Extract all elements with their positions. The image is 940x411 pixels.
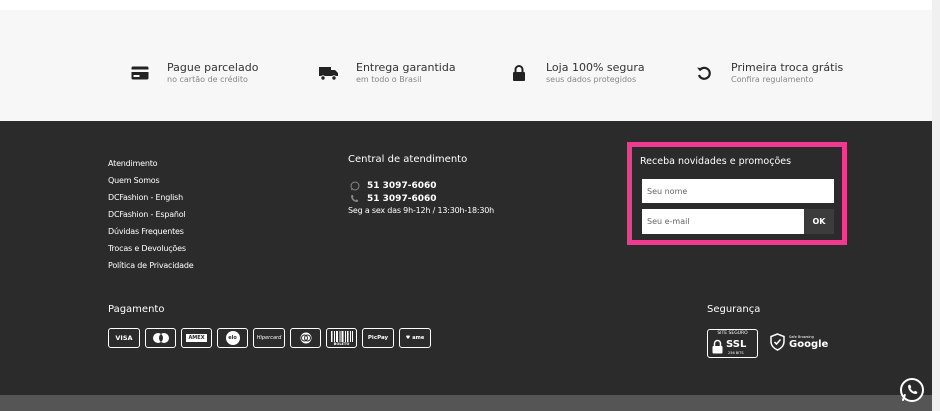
lock-icon (712, 339, 723, 354)
boleto-label: BOLETO (333, 341, 350, 346)
payment-title: Pagamento (108, 304, 165, 315)
customer-service-title: Central de atendimento (348, 154, 468, 165)
google-name: Google (789, 338, 829, 350)
whatsapp-number[interactable]: 51 3097-6060 (348, 179, 494, 192)
benefit-exchange[interactable]: Primeira troca grátis Confira regulament… (693, 58, 843, 88)
payment-methods: VISA AMEX elo Hipercard BOLETO PicPay ♥ a… (108, 328, 431, 348)
benefit-subtitle: em todo o Brasil (356, 75, 422, 84)
footer-link-duvidas[interactable]: Dúvidas Frequentes (108, 223, 193, 240)
benefit-subtitle: no cartão de crédito (167, 75, 248, 84)
phone-number-text: 51 3097-6060 (367, 193, 437, 204)
whatsapp-icon (900, 378, 924, 402)
benefit-title: Entrega garantida (356, 61, 456, 74)
footer-link-atendimento[interactable]: Atendimento (108, 155, 193, 172)
footer-bottom-bar (0, 395, 932, 411)
benefit-title: Primeira troca grátis (731, 61, 844, 74)
phone-number[interactable]: 51 3097-6060 (348, 192, 494, 205)
benefits-bar: Pague parcelado no cartão de crédito Ent… (0, 10, 932, 121)
lock-icon (508, 62, 530, 84)
newsletter-title: Receba novidades e promoções (640, 156, 792, 167)
boleto-icon: BOLETO (326, 328, 357, 348)
footer-link-privacidade[interactable]: Política de Privacidade (108, 257, 194, 274)
whatsapp-floating-button[interactable] (898, 376, 926, 404)
benefit-title: Loja 100% segura (546, 61, 645, 74)
benefit-delivery: Entrega garantida em todo o Brasil (318, 58, 456, 88)
footer-link-quem-somos[interactable]: Quem Somos (108, 172, 193, 189)
amex-icon: AMEX (181, 328, 212, 348)
ame-icon: ♥ ame (399, 328, 431, 348)
ssl-label: SSL (726, 339, 747, 350)
hipercard-icon: Hipercard (253, 328, 285, 348)
footer-link-trocas[interactable]: Trocas e Devoluções (108, 240, 193, 257)
phone-icon (348, 194, 361, 203)
ame-label: ame (412, 335, 425, 341)
visa-icon: VISA (108, 328, 140, 348)
shield-check-icon (770, 333, 785, 351)
google-safe-browsing-badge: Safe Browsing Google (769, 333, 828, 351)
ssl-bits: 256 BITS (728, 351, 744, 355)
newsletter-email-input[interactable] (642, 209, 804, 234)
benefit-subtitle[interactable]: Confira regulamento (731, 74, 843, 85)
whatsapp-number-text: 51 3097-6060 (367, 180, 437, 191)
benefit-installments: Pague parcelado no cartão de crédito (129, 58, 258, 88)
diners-icon (290, 328, 321, 348)
mastercard-icon (145, 328, 176, 348)
credit-card-icon (129, 62, 151, 84)
benefit-subtitle: seus dados protegidos (546, 75, 637, 84)
elo-icon: elo (217, 328, 248, 348)
footer-links: Atendimento Quem Somos DCFashion - Engli… (108, 155, 194, 274)
ssl-top-text: SITE SEGURO (717, 331, 748, 336)
page-content-edge (0, 0, 932, 10)
benefit-title: Pague parcelado (167, 61, 259, 74)
truck-icon (318, 62, 340, 84)
security-title: Segurança (707, 304, 761, 315)
picpay-icon: PicPay (362, 328, 394, 348)
whatsapp-icon (348, 181, 361, 191)
scrollbar[interactable] (932, 0, 940, 411)
service-hours: Seg a sex das 9h-12h / 13:30h-18:30h (348, 206, 494, 215)
footer-link-espanol[interactable]: DCFashion - Español (108, 206, 193, 223)
newsletter-form: Receba novidades e promoções OK (627, 142, 847, 245)
ssl-badge: SITE SEGURO SSL 256 BITS (707, 329, 758, 358)
newsletter-submit-button[interactable]: OK (804, 209, 834, 234)
footer-link-english[interactable]: DCFashion - English (108, 189, 193, 206)
exchange-icon (693, 62, 715, 84)
newsletter-name-input[interactable] (642, 179, 834, 203)
customer-service: Central de atendimento 51 3097-6060 51 3… (348, 153, 494, 215)
benefit-secure: Loja 100% segura seus dados protegidos (508, 58, 645, 88)
